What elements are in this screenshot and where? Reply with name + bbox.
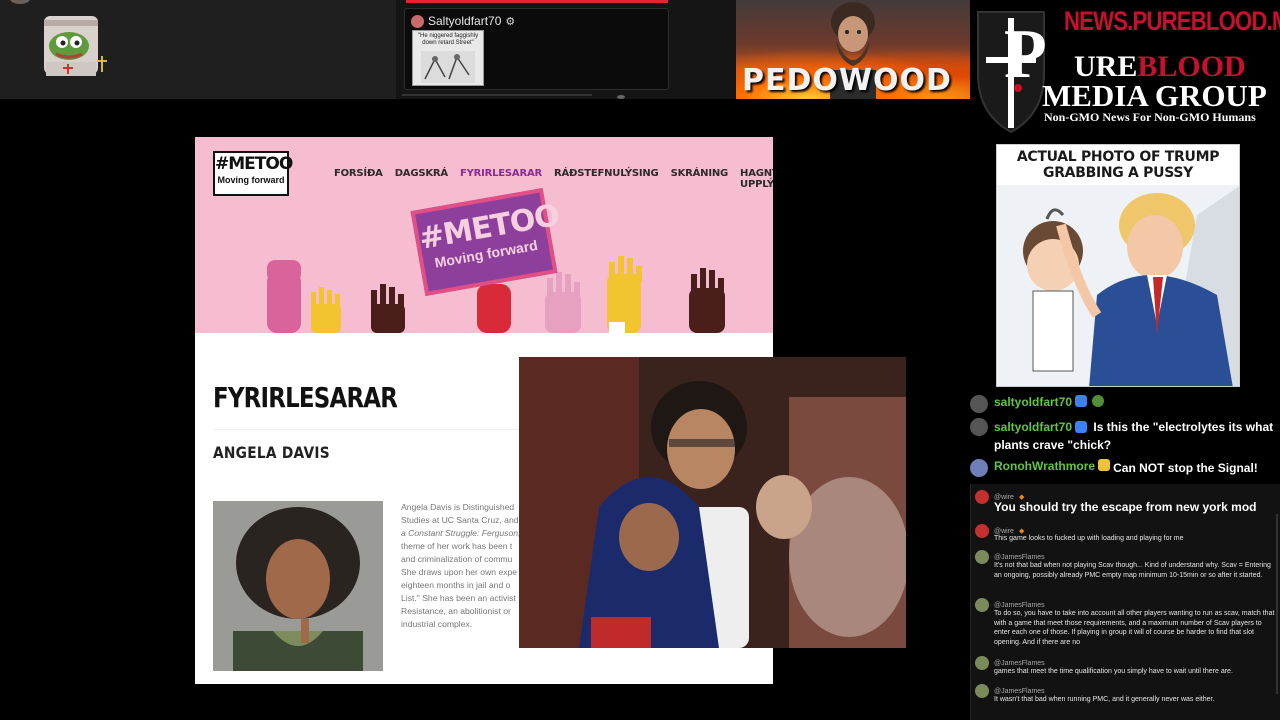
emote-badge-icon	[1098, 459, 1111, 471]
chat-panel: @wire ◆ You should try the escape from ne…	[970, 484, 1280, 720]
chat-panel-text: It wasn't that bad when running PMC, and…	[994, 696, 1215, 703]
site-hero: #METOO Moving forward FORSÍÐA DAGSKRÁ FY…	[195, 137, 773, 333]
chat-panel-item: @JamesFlames games that meet the time qu…	[975, 656, 1275, 677]
meme-thumbnail: "He niggered faggishly down retard Stree…	[412, 30, 484, 86]
gear-icon: ⚙	[505, 15, 516, 28]
bio-line: eighteen months in jail and o	[401, 580, 511, 590]
avatar	[975, 490, 989, 504]
avatar	[970, 418, 988, 436]
portrait-image	[213, 501, 383, 671]
chat-message: RonohWrathmore Can NOT stop the Signal!	[970, 459, 1258, 477]
bio-line: Resistance, an abolitionist or	[401, 606, 511, 616]
speaker-name: ANGELA DAVIS	[213, 443, 330, 462]
avatar	[975, 684, 989, 698]
meme-caption-line-2: GRABBING A PUSSY	[1043, 165, 1193, 181]
pedowood-banner: PEDOWOOD	[736, 0, 970, 99]
logo-line-2: MEDIA GROUP	[1042, 78, 1267, 113]
chat-username[interactable]: saltyoldfart70	[994, 395, 1072, 409]
avatar	[975, 598, 989, 612]
chat-panel-item: @wire ◆ You should try the escape from ne…	[975, 490, 1275, 515]
bio-line: theme of her work has been t	[401, 541, 513, 551]
divider	[213, 429, 525, 430]
meme-caption: "He niggered faggishly down retard Stree…	[417, 33, 479, 46]
congress-women-photo	[519, 357, 906, 648]
chat-panel-user[interactable]: @JamesFlames	[994, 660, 1045, 667]
chat-panel-item: @JamesFlames It wasn't that bad when run…	[975, 684, 1275, 705]
meme-caption-line-1: ACTUAL PHOTO OF TRUMP	[1016, 149, 1220, 165]
chat-panel-user[interactable]: @JamesFlames	[994, 688, 1045, 695]
site-logo[interactable]: #METOO Moving forward	[213, 151, 293, 196]
pepe-knight-emote	[44, 16, 107, 76]
logo-initial: P	[1004, 16, 1047, 93]
chat-panel-text: games that meet the time qualification y…	[994, 668, 1233, 675]
alert-username: Saltyoldfart70	[428, 14, 502, 28]
indicator-dot	[617, 95, 625, 99]
speaker-portrait	[213, 501, 383, 671]
chat-panel-item: @wire ◆ This game looks to fucked up with…	[975, 524, 1275, 544]
nav-item-dagskra[interactable]: DAGSKRÁ	[395, 168, 448, 190]
live-chat: saltyoldfart70 saltyoldfart70 Is this th…	[970, 392, 1280, 482]
site-logo-main: #METOO	[215, 154, 293, 174]
chat-message-text: Can NOT stop the Signal!	[1113, 461, 1258, 475]
chat-panel-text: It's not that bad when not playing Scav …	[994, 562, 1271, 579]
avatar	[975, 656, 989, 670]
bio-line: a Constant Struggle: Ferguson,	[401, 528, 521, 538]
logo-site-url: NEWS.PUREBLOOD.MEDIA	[1064, 6, 1280, 36]
chat-panel-item: @JamesFlames To do so, you have to take …	[975, 598, 1275, 647]
site-nav: FORSÍÐA DAGSKRÁ FYRIRLESARAR RÁÐSTEFNULÝ…	[334, 168, 773, 190]
bio-line: List." She has been an activist	[401, 593, 516, 603]
nav-item-forsida[interactable]: FORSÍÐA	[334, 168, 383, 190]
nav-item-fyrirlesarar[interactable]: FYRIRLESARAR	[460, 168, 542, 190]
chat-username[interactable]: RonohWrathmore	[994, 459, 1095, 473]
bio-line: Studies at UC Santa Cruz, and	[401, 515, 519, 525]
avatar	[975, 550, 989, 564]
bio-line: industrial complex.	[401, 619, 473, 629]
meme-cartoon	[997, 185, 1239, 386]
chat-scrollbar[interactable]	[1276, 514, 1278, 694]
avatar	[970, 395, 988, 413]
plant-badge-icon	[1092, 395, 1105, 407]
alert-user: Saltyoldfart70 ⚙	[411, 14, 515, 28]
chat-panel-text: To do so, you have to take into account …	[994, 610, 1275, 646]
top-left-panel	[0, 0, 396, 99]
site-logo-sub: Moving forward	[217, 175, 285, 185]
chat-message: saltyoldfart70 Is this the "electrolytes…	[970, 418, 1274, 454]
nav-item-radstefnulysing[interactable]: RÁÐSTEFNULÝSING	[554, 168, 659, 190]
chat-panel-user[interactable]: @JamesFlames	[994, 554, 1045, 561]
avatar	[411, 14, 424, 28]
logo-tagline: Non-GMO News For Non-GMO Humans	[1044, 110, 1256, 124]
nav-item-hagnytar[interactable]: HAGNÝTAR UPPLÝSINGAR	[740, 168, 773, 190]
chat-username[interactable]: saltyoldfart70	[994, 420, 1072, 434]
meme-caption: ACTUAL PHOTO OF TRUMP GRABBING A PUSSY	[997, 149, 1239, 181]
avatar	[975, 524, 989, 538]
chat-message: saltyoldfart70	[970, 395, 1106, 413]
speaker-bio: Angela Davis is Distinguished Studies at…	[401, 501, 523, 631]
chat-panel-text: You should try the escape from new york …	[994, 500, 1257, 514]
divider	[402, 94, 592, 96]
verified-badge-icon	[1075, 421, 1088, 433]
chat-panel-user[interactable]: @JamesFlames	[994, 602, 1045, 609]
bio-line: She draws upon her own expe	[401, 567, 518, 577]
photo-image	[519, 357, 906, 648]
page-title: FYRIRLESARAR	[213, 381, 398, 414]
bio-line: and criminalization of commu	[401, 554, 513, 564]
avatar	[10, 0, 30, 4]
avatar	[970, 459, 988, 477]
chat-alert-card: Saltyoldfart70 ⚙ "He niggered faggishly …	[404, 8, 669, 90]
banner-text: PEDOWOOD	[742, 63, 952, 98]
trump-meme: ACTUAL PHOTO OF TRUMP GRABBING A PUSSY	[996, 144, 1240, 387]
bio-line: Angela Davis is Distinguished	[401, 502, 515, 512]
pureblood-logo: NEWS.PUREBLOOD.MEDIA P UREBLOOD MEDIA GR…	[970, 0, 1280, 140]
chat-panel-item: @JamesFlames It's not that bad when not …	[975, 550, 1275, 580]
verified-badge-icon	[1075, 395, 1088, 407]
chat-panel-text: This game looks to fucked up with loadin…	[994, 535, 1184, 542]
chat-message-body: saltyoldfart70 Is this the "electrolytes…	[994, 418, 1274, 454]
nav-item-skraning[interactable]: SKRÁNING	[671, 168, 729, 190]
meme-drawing	[421, 51, 475, 83]
alert-progress-bar	[406, 0, 668, 3]
